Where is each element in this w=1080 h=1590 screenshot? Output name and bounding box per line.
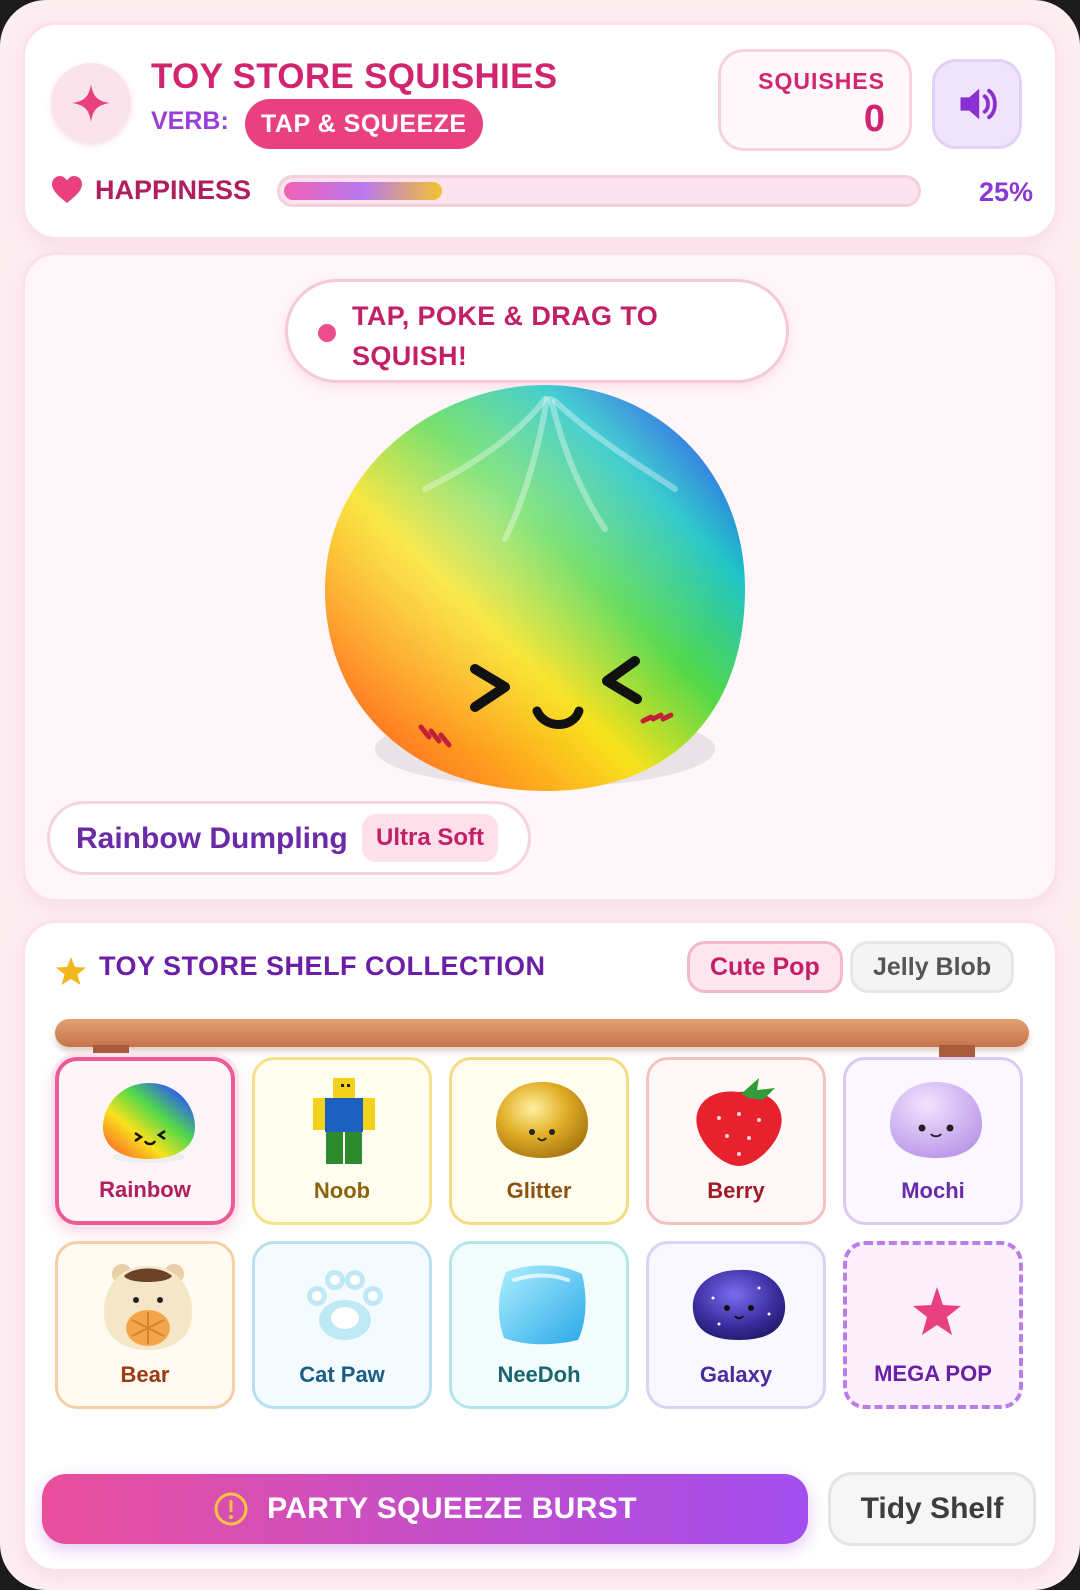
shelf-item-rainbow[interactable]: Rainbow [55,1057,235,1225]
shelf-item-needoh[interactable]: NeeDoh [449,1241,629,1409]
sparkle-logo [51,63,131,143]
counter-value: 0 [863,98,885,140]
theme-jelly-blob-button[interactable]: Jelly Blob [850,941,1015,993]
rainbow-dumpling-icon [103,1083,195,1163]
happiness-percent: 25% [978,177,1033,207]
happiness-label: HAPPINESS [95,175,252,205]
hint-dot [318,324,336,342]
shelf-item-label: Galaxy [699,1362,773,1387]
theme-cute-pop-button[interactable]: Cute Pop [687,941,843,993]
strawberry-icon [696,1078,782,1166]
squish-counter: SQUISHES 0 [718,49,912,151]
shelf-item-mochi[interactable]: Mochi [843,1057,1023,1225]
rainbow-dumpling-squishy[interactable] [315,379,775,799]
shelf-item-label: Cat Paw [299,1362,385,1387]
header-card: TOY STORE SQUISHIES VERB: TAP & SQUEEZE … [22,22,1058,240]
softness-badge: Ultra Soft [362,814,498,862]
shelf-item-label: NeeDoh [497,1362,581,1387]
happiness-bar [277,175,921,207]
shelf-item-label: Rainbow [99,1177,191,1202]
speaker-icon [960,88,997,120]
instruction-text: TAP, POKE & DRAG TO SQUISH! [352,301,659,371]
squishy-name-chip: Rainbow Dumpling Ultra Soft [47,801,531,875]
shelf-item-berry[interactable]: Berry [646,1057,826,1225]
alert-icon [214,1492,248,1526]
shelf-item-galaxy[interactable]: Galaxy [646,1241,826,1409]
sound-toggle-button[interactable] [932,59,1022,149]
counter-label: SQUISHES [758,68,885,94]
bear-icon [104,1264,192,1350]
shelf-title: TOY STORE SHELF COLLECTION [99,951,546,981]
noob-figure-icon [313,1078,375,1164]
instruction-bubble: TAP, POKE & DRAG TO SQUISH! [285,279,789,383]
party-squeeze-burst-button[interactable]: PARTY SQUEEZE BURST [42,1474,808,1544]
mochi-icon [890,1082,982,1158]
heart-icon [52,176,82,203]
shelf-plank [55,1019,1029,1047]
squishy-name: Rainbow Dumpling [76,822,348,855]
happiness-bar-fill [284,182,442,200]
app-title: TOY STORE SQUISHIES [151,57,558,96]
shelf-item-glitter[interactable]: Glitter [449,1057,629,1225]
shelf-item-label: Glitter [506,1178,572,1203]
shelf-item-label: Mochi [901,1178,965,1203]
sparkle-icon [72,84,110,122]
verb-badge: TAP & SQUEEZE [245,99,483,149]
shelf-item-cat-paw[interactable]: Cat Paw [252,1241,432,1409]
tidy-shelf-button[interactable]: Tidy Shelf [828,1472,1036,1546]
shelf-item-label: Bear [120,1362,170,1387]
shelf-item-mega-pop[interactable]: MEGA POP [843,1241,1023,1409]
cat-paw-icon [307,1270,383,1340]
shelf-item-label: MEGA POP [874,1361,992,1386]
shelf-item-label: Berry [707,1178,765,1203]
shelf-item-bear[interactable]: Bear [55,1241,235,1409]
star-icon [56,957,86,985]
needoh-cube-icon [498,1265,586,1345]
shelf-item-label: Noob [313,1178,371,1203]
verb-label: VERB: [151,107,229,135]
burst-button-label: PARTY SQUEEZE BURST [267,1492,637,1525]
squish-stage[interactable]: TAP, POKE & DRAG TO SQUISH! Rainbow Dump… [22,252,1058,902]
galaxy-blob-icon [692,1269,786,1340]
glitter-bun-icon [496,1082,588,1158]
star-icon [913,1287,961,1335]
shelf-item-noob[interactable]: Noob [252,1057,432,1225]
app-root: TOY STORE SQUISHIES VERB: TAP & SQUEEZE … [0,0,1080,1590]
